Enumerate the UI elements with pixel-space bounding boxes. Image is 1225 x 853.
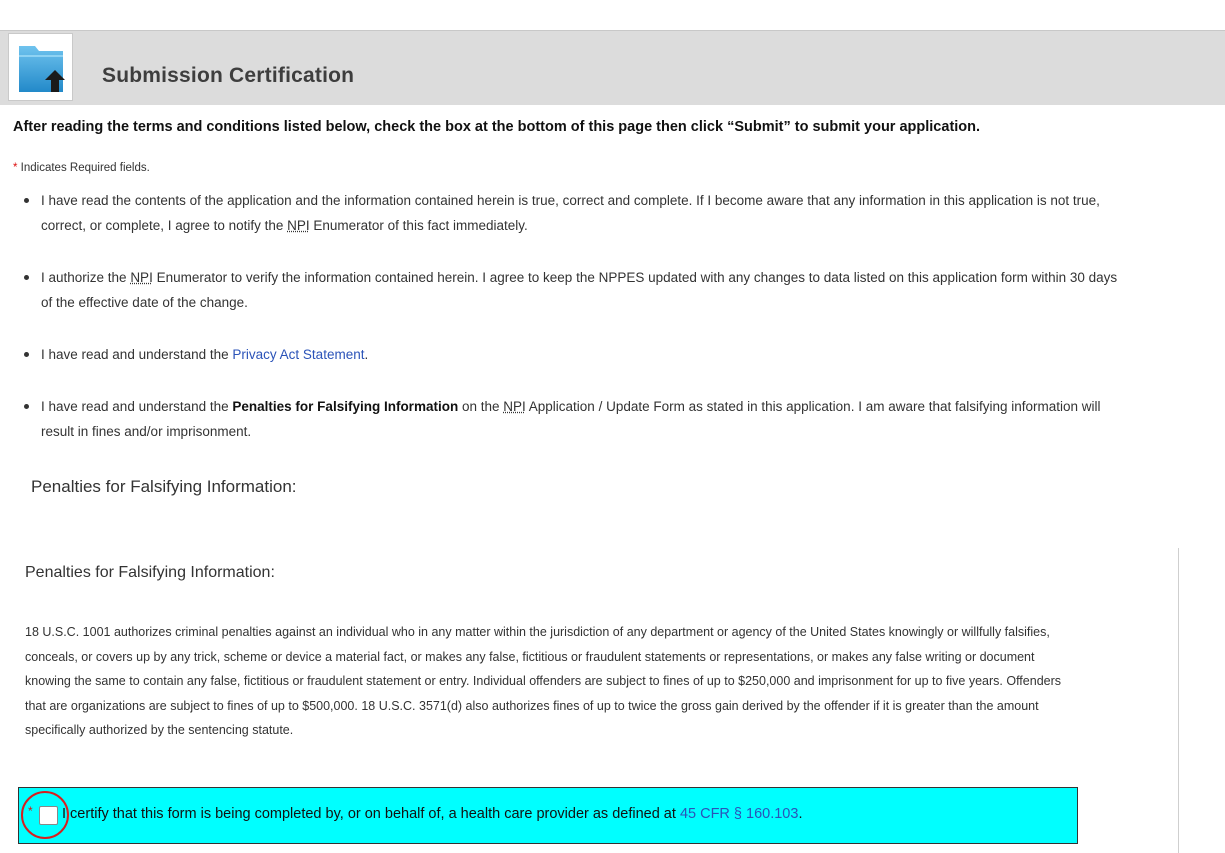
- instructions-text: After reading the terms and conditions l…: [13, 119, 981, 135]
- terms-list: I have read the contents of the applicat…: [22, 188, 1132, 444]
- certification-label: I certify that this form is being comple…: [62, 806, 803, 822]
- term-item-accuracy: I have read the contents of the applicat…: [22, 188, 1132, 238]
- npi-abbr: NPI: [130, 270, 153, 285]
- penalties-term: Penalties for Falsifying Information: [232, 399, 459, 414]
- required-fields-note: * Indicates Required fields.: [13, 162, 150, 174]
- term-item-authorize: I authorize the NPI Enumerator to verify…: [22, 265, 1132, 315]
- page-header: Submission Certification: [0, 30, 1225, 105]
- penalties-panel-heading: Penalties for Falsifying Information:: [25, 564, 275, 581]
- required-note-text: Indicates Required fields.: [17, 162, 150, 174]
- npi-abbr: NPI: [287, 218, 310, 233]
- npi-abbr: NPI: [503, 399, 526, 414]
- term-item-penalties: I have read and understand the Penalties…: [22, 394, 1132, 444]
- cfr-link[interactable]: 45 CFR § 160.103: [680, 806, 799, 822]
- privacy-act-statement-link[interactable]: Privacy Act Statement: [232, 347, 364, 362]
- penalties-section-heading: Penalties for Falsifying Information:: [31, 477, 297, 496]
- term-item-privacy: I have read and understand the Privacy A…: [22, 342, 1132, 367]
- page-title: Submission Certification: [102, 64, 355, 87]
- panel-divider: [1178, 548, 1179, 853]
- certification-row: * I certify that this form is being comp…: [18, 787, 1078, 844]
- folder-upload-icon: [8, 33, 73, 101]
- penalties-text: 18 U.S.C. 1001 authorizes criminal penal…: [25, 625, 1062, 737]
